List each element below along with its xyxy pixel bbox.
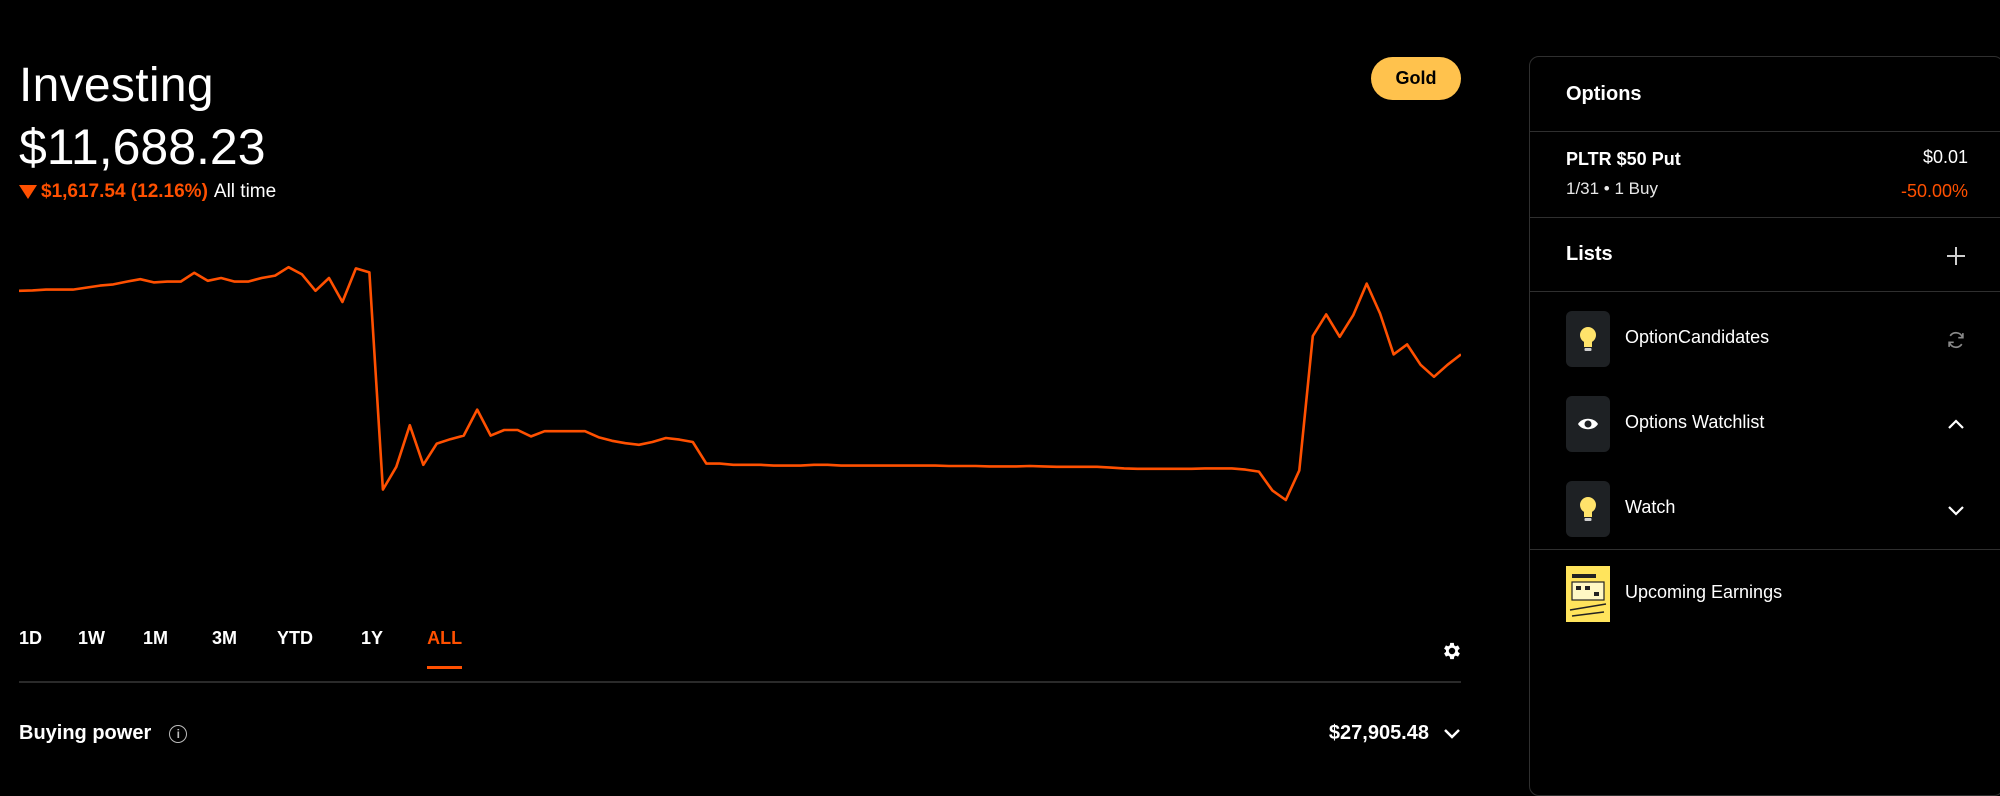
sidebar-panel: Options PLTR $50 Put 1/31 • 1 Buy $0.01 …	[1529, 56, 2000, 796]
portfolio-chart[interactable]	[19, 0, 1461, 620]
buying-power-label: Buying power	[19, 722, 152, 744]
option-name: PLTR $50 Put	[1566, 149, 1681, 169]
range-tab-1m[interactable]: 1M	[143, 628, 168, 667]
range-tab-1d[interactable]: 1D	[19, 628, 42, 667]
range-tab-1w[interactable]: 1W	[78, 628, 105, 667]
add-list-icon[interactable]	[1947, 247, 1965, 265]
chevron-down-icon[interactable]	[1945, 499, 1967, 521]
chevron-down-icon[interactable]	[1443, 728, 1461, 740]
buying-power-value-group[interactable]: $27,905.48	[1329, 722, 1461, 745]
range-tab-all[interactable]: ALL	[427, 628, 463, 669]
list-item-optioncandidates[interactable]: OptionCandidates	[1530, 299, 2000, 379]
list-label: Watch	[1625, 497, 1676, 517]
chevron-up-icon[interactable]	[1945, 414, 1967, 436]
earnings-calendar-icon	[1566, 566, 1610, 622]
lightbulb-icon	[1566, 311, 1610, 367]
option-price: $0.01	[1922, 147, 1968, 167]
lists-title: Lists	[1566, 243, 1613, 265]
range-tab-3m[interactable]: 3M	[212, 628, 237, 667]
info-icon[interactable]: i	[169, 724, 188, 743]
buying-power-value: $27,905.48	[1328, 722, 1429, 744]
option-subtitle: 1/31 • 1 Buy	[1566, 179, 1658, 198]
list-item-upcoming-earnings[interactable]: Upcoming Earnings	[1530, 554, 2000, 634]
portfolio-main: Investing $11,688.23 $1,617.54 (12.16%) …	[19, 0, 1461, 775]
option-position-row[interactable]	[1530, 132, 2000, 218]
list-label: Options Watchlist	[1625, 412, 1765, 432]
lists-header: Lists	[1530, 218, 2000, 292]
range-selector: 1D 1W 1M 3M YTD 1Y ALL	[19, 628, 463, 669]
list-label: OptionCandidates	[1625, 327, 1770, 347]
buying-power-row[interactable]: Buying power i	[19, 722, 188, 745]
refresh-icon[interactable]	[1945, 329, 1967, 351]
lists-divider	[1530, 548, 2000, 550]
options-title: Options	[1566, 83, 1642, 105]
chart-series-line	[19, 265, 1461, 502]
list-item-options-watchlist[interactable]: Options Watchlist	[1530, 384, 2000, 464]
range-divider	[19, 681, 1461, 683]
options-header: Options	[1530, 57, 2000, 132]
list-item-watch[interactable]: Watch	[1530, 469, 2000, 549]
eye-icon	[1566, 396, 1610, 452]
lightbulb-icon	[1566, 481, 1610, 537]
list-label: Upcoming Earnings	[1625, 582, 1783, 602]
range-tab-ytd[interactable]: YTD	[277, 628, 313, 667]
gear-icon[interactable]	[1441, 640, 1463, 662]
option-change: -50.00%	[1900, 181, 1968, 201]
range-tab-1y[interactable]: 1Y	[361, 628, 383, 667]
